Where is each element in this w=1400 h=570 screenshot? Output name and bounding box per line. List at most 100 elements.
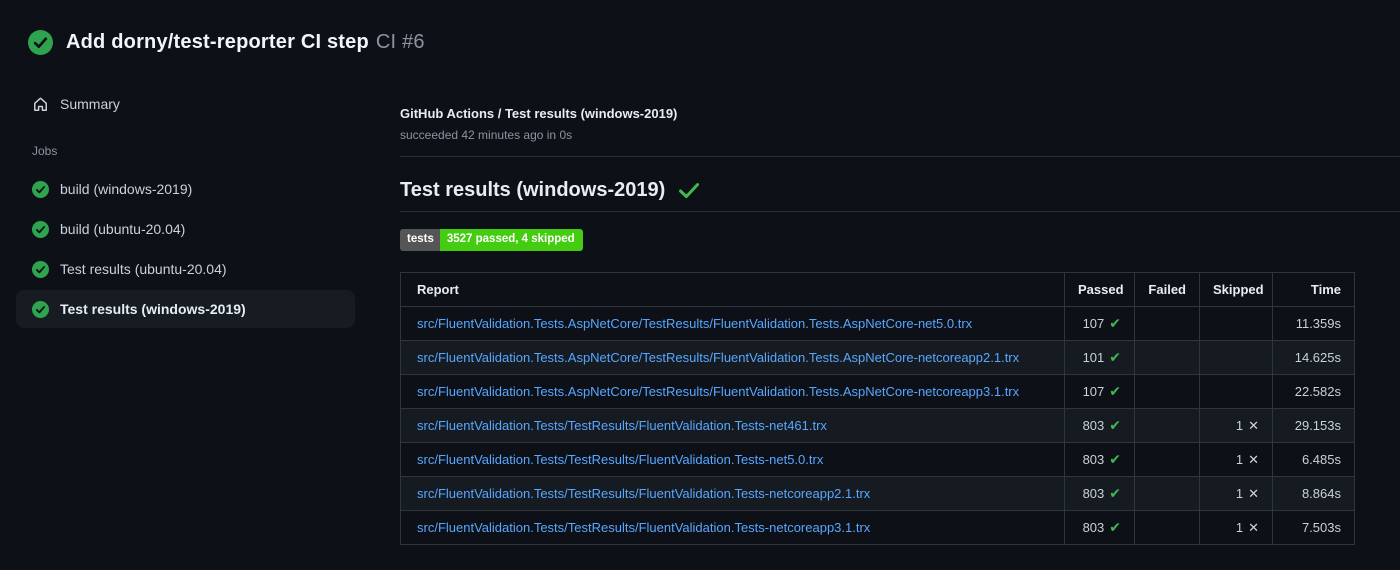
- time-cell: 29.153s: [1272, 407, 1355, 443]
- badge-label: tests: [400, 229, 440, 251]
- skipped-count: 1: [1235, 417, 1244, 433]
- table-row: src/FluentValidation.Tests.AspNetCore/Te…: [400, 339, 1355, 375]
- test-results-table: Report Passed Failed Skipped Time src/Fl…: [400, 271, 1355, 545]
- skipped-count: 1: [1235, 519, 1244, 535]
- report-link[interactable]: src/FluentValidation.Tests/TestResults/F…: [417, 452, 823, 467]
- job-success-icon: [32, 180, 49, 198]
- report-cell: src/FluentValidation.Tests/TestResults/F…: [400, 407, 1065, 443]
- time-cell: 6.485s: [1272, 441, 1355, 477]
- report-link[interactable]: src/FluentValidation.Tests/TestResults/F…: [417, 486, 870, 501]
- passed-check-icon: ✔: [1109, 383, 1121, 399]
- skipped-x-icon: ✕: [1248, 485, 1259, 501]
- failed-cell: [1134, 441, 1200, 477]
- failed-cell: [1134, 339, 1200, 375]
- skipped-cell: [1199, 373, 1273, 409]
- table-row: src/FluentValidation.Tests/TestResults/F…: [400, 509, 1355, 545]
- sidebar-item-label: Summary: [60, 96, 120, 112]
- passed-cell: 101 ✔: [1064, 339, 1135, 375]
- failed-cell: [1134, 509, 1200, 545]
- passed-check-icon: ✔: [1109, 315, 1121, 331]
- page-body: Summary Jobs build (windows-2019) build (…: [0, 85, 1400, 545]
- table-header-row: Report Passed Failed Skipped Time: [400, 271, 1355, 307]
- table-row: src/FluentValidation.Tests/TestResults/F…: [400, 441, 1355, 477]
- passed-count: 803: [1082, 485, 1105, 501]
- sidebar-item-job[interactable]: build (ubuntu-20.04): [16, 210, 355, 248]
- sidebar-item-summary[interactable]: Summary: [16, 85, 355, 123]
- report-cell: src/FluentValidation.Tests/TestResults/F…: [400, 475, 1065, 511]
- skipped-cell: 1 ✕: [1199, 407, 1273, 443]
- passed-cell: 803 ✔: [1064, 475, 1135, 511]
- passed-check-icon: ✔: [1109, 451, 1121, 467]
- passed-count: 107: [1082, 315, 1105, 331]
- column-header-time: Time: [1272, 271, 1355, 307]
- main-content: GitHub Actions / Test results (windows-2…: [400, 85, 1400, 545]
- passed-count: 803: [1082, 417, 1105, 433]
- failed-cell: [1134, 373, 1200, 409]
- skipped-cell: 1 ✕: [1199, 509, 1273, 545]
- column-header-skipped: Skipped: [1199, 271, 1273, 307]
- skipped-count: 1: [1235, 485, 1244, 501]
- report-cell: src/FluentValidation.Tests.AspNetCore/Te…: [400, 339, 1065, 375]
- report-link[interactable]: src/FluentValidation.Tests.AspNetCore/Te…: [417, 316, 972, 331]
- passed-check-icon: ✔: [1109, 485, 1121, 501]
- passed-count: 803: [1082, 451, 1105, 467]
- report-link[interactable]: src/FluentValidation.Tests.AspNetCore/Te…: [417, 384, 1019, 399]
- passed-cell: 107 ✔: [1064, 305, 1135, 341]
- skipped-count: 1: [1235, 451, 1244, 467]
- job-success-icon: [32, 260, 49, 278]
- report-cell: src/FluentValidation.Tests.AspNetCore/Te…: [400, 373, 1065, 409]
- job-label: build (ubuntu-20.04): [60, 221, 186, 237]
- report-cell: src/FluentValidation.Tests/TestResults/F…: [400, 509, 1065, 545]
- tests-badge: tests 3527 passed, 4 skipped: [400, 229, 583, 251]
- skipped-cell: 1 ✕: [1199, 475, 1273, 511]
- run-success-icon: [28, 30, 53, 55]
- table-row: src/FluentValidation.Tests/TestResults/F…: [400, 407, 1355, 443]
- skipped-x-icon: ✕: [1248, 417, 1259, 433]
- passed-check-icon: ✔: [1109, 519, 1121, 535]
- divider: [400, 156, 1400, 157]
- check-breadcrumb: GitHub Actions / Test results (windows-2…: [400, 106, 678, 121]
- column-header-failed: Failed: [1134, 271, 1200, 307]
- passed-check-icon: ✔: [1109, 349, 1121, 365]
- report-link[interactable]: src/FluentValidation.Tests/TestResults/F…: [417, 520, 870, 535]
- passed-count: 101: [1082, 349, 1105, 365]
- skipped-x-icon: ✕: [1248, 451, 1259, 467]
- passed-count: 107: [1082, 383, 1105, 399]
- passed-count: 803: [1082, 519, 1105, 535]
- job-success-icon: [32, 300, 49, 318]
- workflow-run-page: Add dorny/test-reporter CI step CI #6 Sum…: [0, 0, 1400, 570]
- report-cell: src/FluentValidation.Tests.AspNetCore/Te…: [400, 305, 1065, 341]
- table-row: src/FluentValidation.Tests/TestResults/F…: [400, 475, 1355, 511]
- divider: [400, 211, 1400, 212]
- time-cell: 22.582s: [1272, 373, 1355, 409]
- run-header: Add dorny/test-reporter CI step CI #6: [0, 0, 1400, 55]
- failed-cell: [1134, 475, 1200, 511]
- sidebar-item-job[interactable]: build (windows-2019): [16, 170, 355, 208]
- column-header-report: Report: [400, 271, 1065, 307]
- sidebar: Summary Jobs build (windows-2019) build (…: [0, 85, 400, 330]
- skipped-cell: [1199, 339, 1273, 375]
- run-number: CI #6: [375, 31, 425, 53]
- time-cell: 11.359s: [1272, 305, 1355, 341]
- column-header-passed: Passed: [1064, 271, 1135, 307]
- run-title-text: Add dorny/test-reporter CI step: [66, 31, 369, 53]
- report-link[interactable]: src/FluentValidation.Tests/TestResults/F…: [417, 418, 827, 433]
- sidebar-item-job[interactable]: Test results (ubuntu-20.04): [16, 250, 355, 288]
- job-success-icon: [32, 220, 49, 238]
- passed-cell: 803 ✔: [1064, 441, 1135, 477]
- passed-cell: 803 ✔: [1064, 509, 1135, 545]
- section-heading-row: Test results (windows-2019): [400, 177, 1400, 203]
- table-row: src/FluentValidation.Tests.AspNetCore/Te…: [400, 305, 1355, 341]
- job-label: Test results (windows-2019): [60, 301, 246, 317]
- passed-cell: 107 ✔: [1064, 373, 1135, 409]
- run-status-line: succeeded 42 minutes ago in 0s: [400, 128, 573, 142]
- report-link[interactable]: src/FluentValidation.Tests.AspNetCore/Te…: [417, 350, 1019, 365]
- time-cell: 7.503s: [1272, 509, 1355, 545]
- job-label: build (windows-2019): [60, 181, 193, 197]
- sidebar-item-job[interactable]: Test results (windows-2019): [16, 290, 355, 328]
- success-check-icon: [678, 182, 700, 199]
- time-cell: 8.864s: [1272, 475, 1355, 511]
- badge-value: 3527 passed, 4 skipped: [439, 229, 583, 251]
- skipped-cell: [1199, 305, 1273, 341]
- passed-check-icon: ✔: [1109, 417, 1121, 433]
